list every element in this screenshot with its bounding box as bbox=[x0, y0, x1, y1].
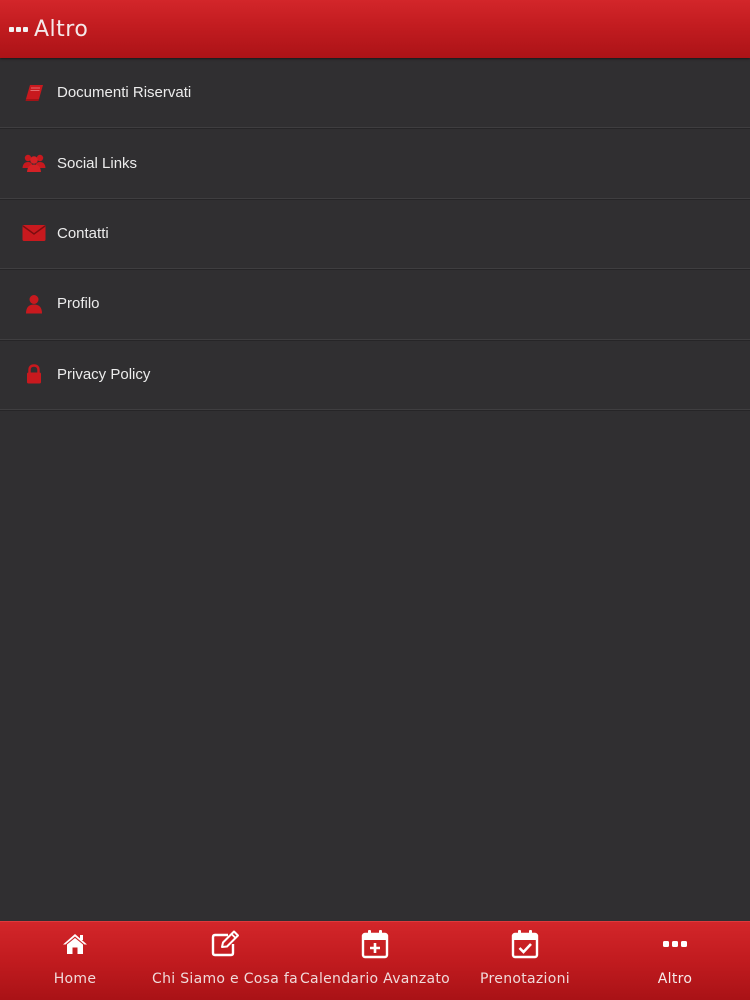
tab-label: Altro bbox=[657, 971, 693, 987]
menu-list: Documenti Riservati Social Links Contatt… bbox=[0, 58, 750, 410]
book-icon bbox=[22, 81, 46, 105]
calendar-plus-icon bbox=[360, 930, 390, 959]
users-icon bbox=[22, 151, 46, 175]
menu-item-label: Privacy Policy bbox=[57, 365, 151, 383]
tab-label: Chi Siamo e Cosa fa bbox=[152, 971, 298, 987]
menu-item-social-links[interactable]: Social Links bbox=[0, 128, 750, 199]
menu-item-label: Documenti Riservati bbox=[57, 84, 192, 102]
tab-label: Calendario Avanzato bbox=[300, 971, 450, 987]
tab-chi-siamo[interactable]: Chi Siamo e Cosa fa bbox=[150, 922, 300, 1000]
menu-item-label: Profilo bbox=[57, 295, 100, 313]
tab-altro[interactable]: Altro bbox=[600, 922, 750, 1000]
tab-home[interactable]: Home bbox=[0, 922, 150, 1000]
app-screen: Altro Documenti Riservati Social Links C… bbox=[0, 0, 750, 1000]
menu-item-documenti-riservati[interactable]: Documenti Riservati bbox=[0, 58, 750, 129]
tab-prenotazioni[interactable]: Prenotazioni bbox=[450, 922, 600, 1000]
menu-item-privacy-policy[interactable]: Privacy Policy bbox=[0, 340, 750, 410]
menu-item-label: Social Links bbox=[57, 154, 138, 172]
more-dots-icon bbox=[9, 26, 28, 32]
edit-icon bbox=[210, 930, 240, 958]
lock-icon bbox=[22, 362, 46, 386]
tab-calendario-avanzato[interactable]: Calendario Avanzato bbox=[300, 922, 450, 1000]
page-title: Altro bbox=[34, 16, 89, 42]
more-dots-icon bbox=[660, 930, 690, 958]
envelope-icon bbox=[22, 221, 46, 245]
tab-label: Prenotazioni bbox=[480, 971, 570, 987]
tab-label: Home bbox=[53, 971, 97, 987]
menu-item-label: Contatti bbox=[57, 224, 109, 242]
calendar-check-icon bbox=[510, 930, 540, 959]
user-icon bbox=[22, 292, 46, 316]
top-header: Altro bbox=[0, 0, 750, 58]
menu-item-contatti[interactable]: Contatti bbox=[0, 199, 750, 270]
menu-item-profilo[interactable]: Profilo bbox=[0, 269, 750, 340]
home-icon bbox=[60, 930, 90, 958]
bottom-tab-bar: Home Chi Siamo e Cosa fa Calendario Avan… bbox=[0, 921, 750, 1000]
